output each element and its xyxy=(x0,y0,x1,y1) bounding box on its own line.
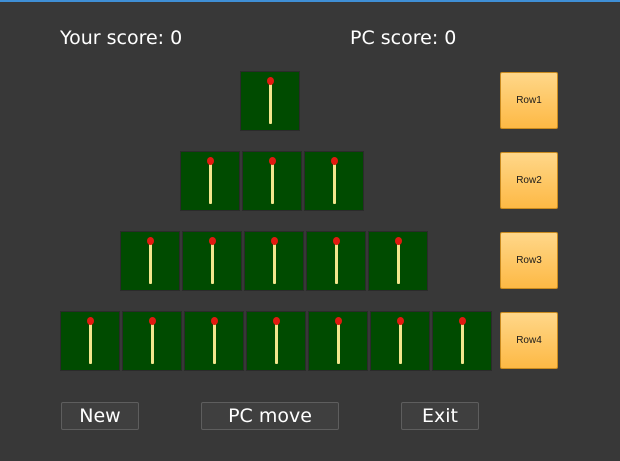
match-stick xyxy=(151,323,154,364)
match-tile[interactable] xyxy=(306,231,366,291)
match-stick xyxy=(335,243,338,284)
match-icon xyxy=(147,237,155,284)
match-stick xyxy=(269,83,272,124)
match-row-3 xyxy=(120,231,430,291)
match-row-1 xyxy=(240,71,302,131)
match-head xyxy=(459,317,466,325)
match-tile[interactable] xyxy=(120,231,180,291)
match-tile[interactable] xyxy=(242,151,302,211)
match-stick xyxy=(209,163,212,204)
new-game-button[interactable]: New xyxy=(61,402,139,430)
match-head xyxy=(87,317,94,325)
match-head xyxy=(211,317,218,325)
match-stick xyxy=(271,163,274,204)
match-icon xyxy=(87,317,95,364)
match-tile[interactable] xyxy=(368,231,428,291)
your-score-label: Your score: 0 xyxy=(60,27,183,49)
match-head xyxy=(271,237,278,245)
match-head xyxy=(207,157,214,165)
match-icon xyxy=(267,77,275,124)
match-stick xyxy=(89,323,92,364)
match-icon xyxy=(271,237,279,284)
match-stick xyxy=(333,163,336,204)
match-tile[interactable] xyxy=(244,231,304,291)
match-icon xyxy=(397,317,405,364)
match-head xyxy=(335,317,342,325)
match-stick xyxy=(149,243,152,284)
match-icon xyxy=(209,237,217,284)
row1-button[interactable]: Row1 xyxy=(500,72,558,129)
match-head xyxy=(269,157,276,165)
match-stick xyxy=(273,243,276,284)
match-head xyxy=(147,237,154,245)
row4-button[interactable]: Row4 xyxy=(500,312,558,369)
match-stick xyxy=(399,323,402,364)
match-icon xyxy=(269,157,277,204)
match-icon xyxy=(335,317,343,364)
match-stick xyxy=(461,323,464,364)
match-stick xyxy=(275,323,278,364)
row2-button[interactable]: Row2 xyxy=(500,152,558,209)
match-head xyxy=(209,237,216,245)
match-tile[interactable] xyxy=(304,151,364,211)
match-icon xyxy=(207,157,215,204)
match-tile[interactable] xyxy=(184,311,244,371)
match-head xyxy=(267,77,274,85)
match-tile[interactable] xyxy=(240,71,300,131)
match-head xyxy=(149,317,156,325)
match-icon xyxy=(211,317,219,364)
match-head xyxy=(397,317,404,325)
match-tile[interactable] xyxy=(308,311,368,371)
match-tile[interactable] xyxy=(180,151,240,211)
match-head xyxy=(333,237,340,245)
match-icon xyxy=(395,237,403,284)
match-head xyxy=(331,157,338,165)
match-head xyxy=(395,237,402,245)
match-icon xyxy=(331,157,339,204)
match-stick xyxy=(213,323,216,364)
match-tile[interactable] xyxy=(432,311,492,371)
match-stick xyxy=(397,243,400,284)
match-icon xyxy=(273,317,281,364)
match-tile[interactable] xyxy=(182,231,242,291)
match-tile[interactable] xyxy=(60,311,120,371)
pc-move-button[interactable]: PC move xyxy=(201,402,339,430)
exit-button[interactable]: Exit xyxy=(401,402,479,430)
match-icon xyxy=(149,317,157,364)
match-tile[interactable] xyxy=(122,311,182,371)
match-tile[interactable] xyxy=(246,311,306,371)
match-head xyxy=(273,317,280,325)
match-icon xyxy=(333,237,341,284)
match-row-4 xyxy=(60,311,494,371)
row3-button[interactable]: Row3 xyxy=(500,232,558,289)
match-tile[interactable] xyxy=(370,311,430,371)
match-stick xyxy=(211,243,214,284)
match-icon xyxy=(459,317,467,364)
pc-score-label: PC score: 0 xyxy=(350,27,457,49)
window-top-border xyxy=(0,0,620,2)
match-row-2 xyxy=(180,151,366,211)
match-stick xyxy=(337,323,340,364)
